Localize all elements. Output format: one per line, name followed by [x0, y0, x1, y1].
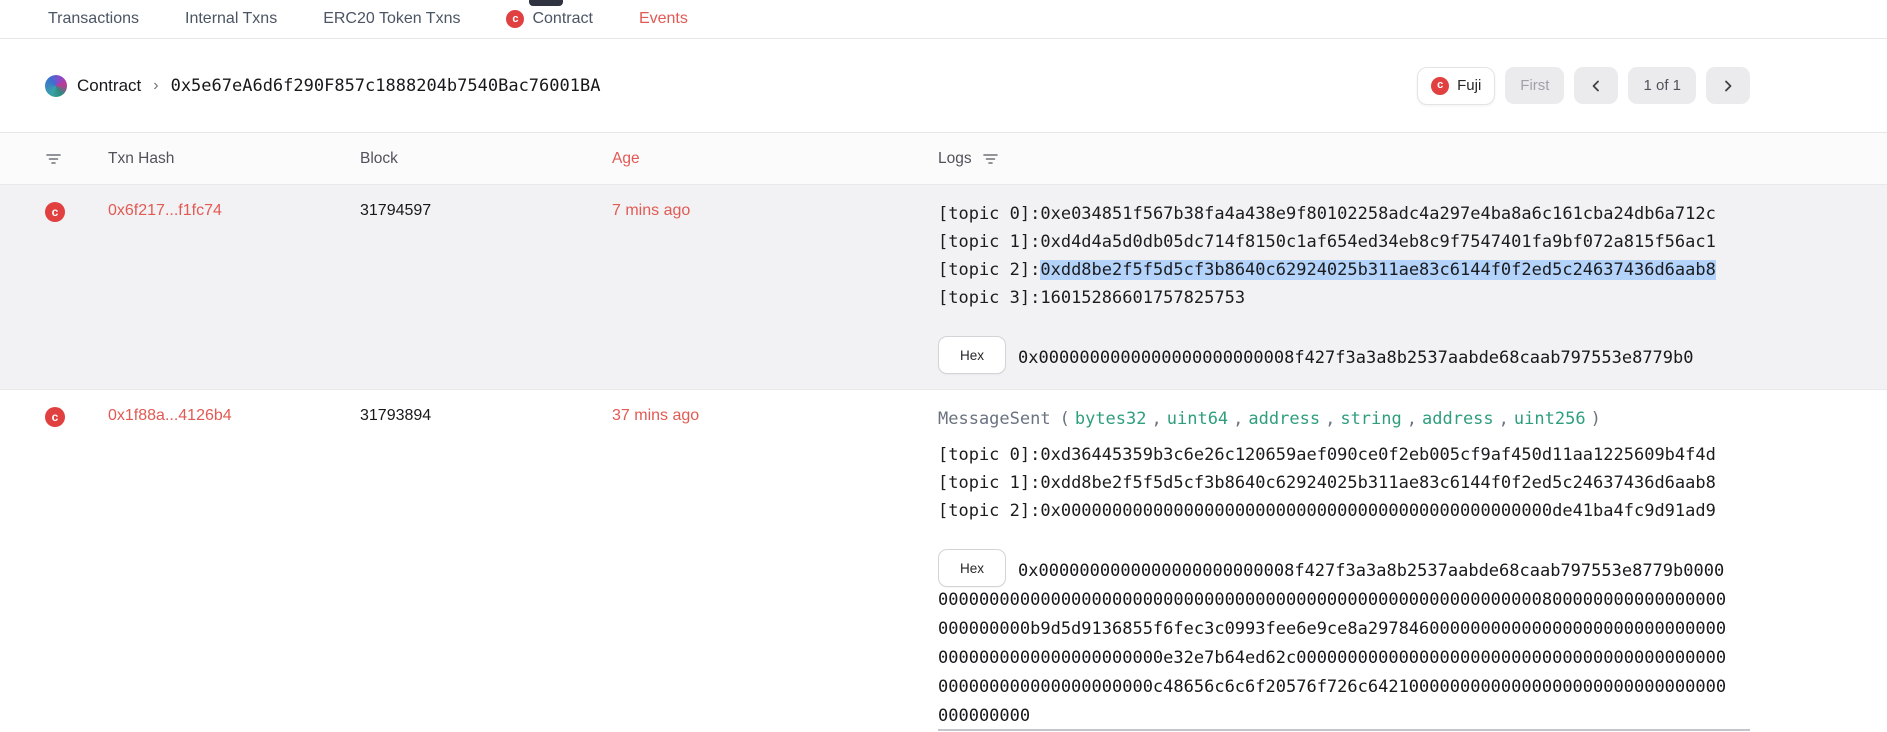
event-param-type: bytes32 — [1075, 409, 1147, 429]
topic-value-selected: 0xdd8be2f5f5d5cf3b8640c62924025b311ae83c… — [1040, 260, 1716, 280]
page-header: Contract › 0x5e67eA6d6f290F857c1888204b7… — [0, 39, 1887, 133]
event-signature: MessageSent(bytes32,uint64,address,strin… — [938, 405, 1750, 433]
topic-value: 0xe034851f567b38fa4a438e9f80102258adc4a2… — [1040, 204, 1716, 224]
event-row: c 0x1f88a...4126b4 31793894 37 mins ago … — [0, 390, 1887, 732]
event-data-hex: 0x0000000000000000000000008f427f3a3a8b25… — [938, 549, 1728, 731]
contract-event-icon: c — [45, 407, 65, 427]
topic-line: [topic 0]:0xd36445359b3c6e26c120659aef09… — [938, 441, 1750, 469]
tooltip-remnant — [529, 0, 563, 6]
topic-label: [topic 1]: — [938, 473, 1040, 493]
event-param-type: uint256 — [1514, 409, 1586, 429]
tab-transactions[interactable]: Transactions — [48, 10, 139, 28]
paren-open: ( — [1060, 409, 1070, 429]
contract-icon: c — [506, 10, 524, 28]
next-row-divider — [938, 729, 1750, 731]
block-number: 31794597 — [360, 200, 612, 220]
topic-label: [topic 0]: — [938, 445, 1040, 465]
tab-label: Contract — [532, 10, 592, 28]
event-param-type: address — [1248, 409, 1320, 429]
events-table: Txn Hash Block Age Logs c 0x6f217...f1fc… — [0, 133, 1887, 732]
network-icon: c — [1431, 77, 1449, 95]
comma: , — [1152, 409, 1162, 429]
topic-label: [topic 3]: — [938, 288, 1040, 308]
topic-label: [topic 2]: — [938, 260, 1040, 280]
event-name: MessageSent — [938, 409, 1051, 429]
column-header-block: Block — [360, 150, 612, 168]
event-param-type: address — [1422, 409, 1494, 429]
comma: , — [1407, 409, 1417, 429]
topic-value: 16015286601757825753 — [1040, 288, 1245, 308]
topic-line: [topic 3]:16015286601757825753 — [938, 284, 1750, 312]
tab-label: Transactions — [48, 10, 139, 28]
block-number: 31793894 — [360, 405, 612, 425]
event-row: c 0x6f217...f1fc74 31794597 7 mins ago [… — [0, 185, 1887, 390]
pagination-page-indicator[interactable]: 1 of 1 — [1628, 67, 1696, 104]
event-param-type: string — [1340, 409, 1401, 429]
event-data-block: Hex 0x0000000000000000000000008f427f3a3a… — [938, 549, 1750, 731]
topic-line: [topic 2]:0xdd8be2f5f5d5cf3b8640c6292402… — [938, 256, 1750, 284]
tab-label: ERC20 Token Txns — [323, 10, 460, 28]
tab-contract[interactable]: c Contract — [506, 10, 592, 28]
pagination-next-button[interactable] — [1706, 67, 1750, 104]
tab-internal-txns[interactable]: Internal Txns — [185, 10, 277, 28]
comma: , — [1499, 409, 1509, 429]
network-label: Fuji — [1457, 77, 1481, 94]
pagination-prev-button[interactable] — [1574, 67, 1618, 104]
event-data-hex: 0x0000000000000000000000008f427f3a3a8b25… — [938, 336, 1728, 373]
table-header-row: Txn Hash Block Age Logs — [0, 133, 1887, 185]
tab-erc20-token-txns[interactable]: ERC20 Token Txns — [323, 10, 460, 28]
contract-address: 0x5e67eA6d6f290F857c1888204b7540Bac76001… — [171, 76, 601, 96]
topic-label: [topic 0]: — [938, 204, 1040, 224]
event-param-type: uint64 — [1167, 409, 1228, 429]
topic-line: [topic 1]:0xd4d4a5d0db05dc714f8150c1af65… — [938, 228, 1750, 256]
logs-cell: MessageSent(bytes32,uint64,address,strin… — [938, 405, 1750, 731]
breadcrumb-root: Contract — [77, 76, 141, 96]
contract-identicon — [45, 75, 67, 97]
txn-hash-link[interactable]: 0x1f88a...4126b4 — [108, 405, 232, 425]
contract-event-icon: c — [45, 202, 65, 222]
tab-events[interactable]: Events — [639, 10, 688, 28]
breadcrumb: Contract › 0x5e67eA6d6f290F857c1888204b7… — [45, 75, 600, 97]
comma: , — [1233, 409, 1243, 429]
header-actions: c Fuji First 1 of 1 — [1417, 67, 1750, 105]
column-header-age[interactable]: Age — [612, 150, 938, 168]
topic-value: 0x00000000000000000000000000000000000000… — [1040, 501, 1716, 521]
filter-icon[interactable] — [45, 152, 63, 166]
event-data-block: Hex 0x0000000000000000000000008f427f3a3a… — [938, 336, 1750, 373]
topic-value: 0xdd8be2f5f5d5cf3b8640c62924025b311ae83c… — [1040, 473, 1716, 493]
comma: , — [1325, 409, 1335, 429]
pagination-first-button[interactable]: First — [1505, 67, 1564, 104]
chevron-right-icon — [1721, 79, 1735, 93]
topic-label: [topic 1]: — [938, 232, 1040, 252]
hex-toggle-button[interactable]: Hex — [938, 336, 1006, 374]
column-header-logs: Logs — [938, 150, 972, 168]
network-badge-fuji[interactable]: c Fuji — [1417, 67, 1495, 105]
topic-line: [topic 0]:0xe034851f567b38fa4a438e9f8010… — [938, 200, 1750, 228]
age-value[interactable]: 7 mins ago — [612, 200, 938, 220]
column-header-txn-hash: Txn Hash — [108, 150, 360, 168]
breadcrumb-separator-icon: › — [153, 77, 158, 95]
tab-bar: Transactions Internal Txns ERC20 Token T… — [0, 0, 1887, 39]
paren-close: ) — [1591, 409, 1601, 429]
tab-label: Events — [639, 10, 688, 28]
topic-line: [topic 2]:0x0000000000000000000000000000… — [938, 497, 1750, 525]
topic-label: [topic 2]: — [938, 501, 1040, 521]
topic-line: [topic 1]:0xdd8be2f5f5d5cf3b8640c6292402… — [938, 469, 1750, 497]
topic-value: 0xd36445359b3c6e26c120659aef090ce0f2eb00… — [1040, 445, 1716, 465]
logs-filter-icon[interactable] — [982, 152, 1000, 166]
age-value[interactable]: 37 mins ago — [612, 405, 938, 425]
tab-label: Internal Txns — [185, 10, 277, 28]
hex-toggle-button[interactable]: Hex — [938, 549, 1006, 587]
topic-value: 0xd4d4a5d0db05dc714f8150c1af654ed34eb8c9… — [1040, 232, 1716, 252]
logs-cell: [topic 0]:0xe034851f567b38fa4a438e9f8010… — [938, 200, 1750, 373]
txn-hash-link[interactable]: 0x6f217...f1fc74 — [108, 200, 222, 220]
chevron-left-icon — [1589, 79, 1603, 93]
